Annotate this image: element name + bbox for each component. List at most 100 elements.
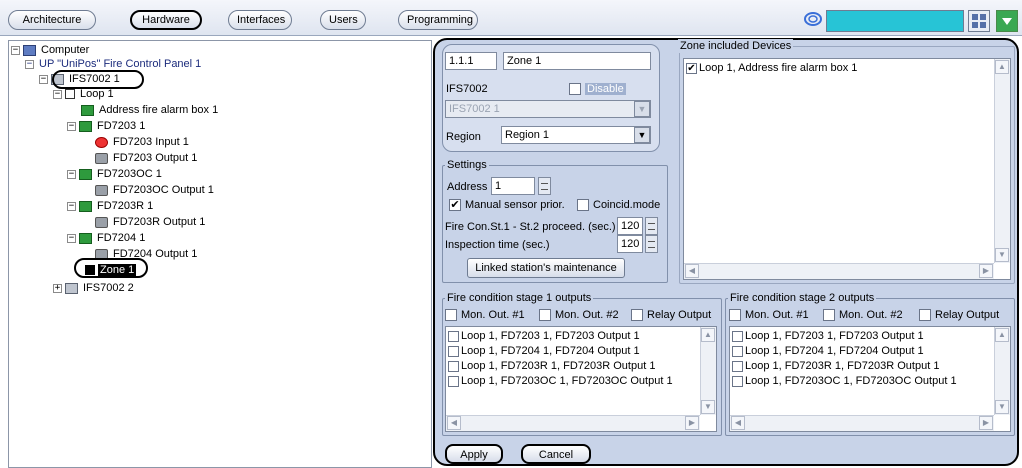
collapse-toggle[interactable]: − bbox=[67, 233, 76, 243]
hardware-tree[interactable]: − Computer − UP "UniPos" Fire Control Pane… bbox=[8, 40, 432, 468]
disable-checkbox-box[interactable] bbox=[569, 83, 581, 96]
tree-node-fd7203r[interactable]: − FD7203R 1 bbox=[67, 199, 155, 213]
stage2-mon2-box[interactable] bbox=[823, 309, 835, 322]
vertical-scrollbar[interactable]: ▲ ▼ bbox=[700, 327, 716, 415]
list-item-checkbox[interactable] bbox=[448, 330, 459, 342]
tree-node-fd7203[interactable]: − FD7203 1 bbox=[67, 119, 147, 133]
coincid-mode-checkbox-box[interactable] bbox=[577, 199, 589, 212]
stage1-outputs-list[interactable]: Loop 1, FD7203 1, FD7203 Output 1 Loop 1… bbox=[445, 326, 717, 432]
list-item[interactable]: Loop 1, FD7203OC 1, FD7203OC Output 1 bbox=[732, 375, 957, 388]
scroll-up-icon[interactable]: ▲ bbox=[995, 328, 1009, 342]
stage1-mon1-box[interactable] bbox=[445, 309, 457, 322]
scroll-left-icon[interactable]: ◀ bbox=[685, 264, 699, 278]
list-item[interactable]: Loop 1, FD7204 1, FD7204 Output 1 bbox=[732, 345, 924, 358]
stage1-mon2-box[interactable] bbox=[539, 309, 551, 322]
list-item-checkbox[interactable] bbox=[732, 330, 743, 342]
list-item[interactable]: Loop 1, FD7203R 1, FD7203R Output 1 bbox=[448, 360, 655, 373]
tree-node-fd7204[interactable]: − FD7204 1 bbox=[67, 231, 147, 245]
list-item[interactable]: Loop 1, FD7203 1, FD7203 Output 1 bbox=[732, 330, 924, 343]
disable-checkbox[interactable]: Disable bbox=[569, 82, 626, 96]
tab-programming[interactable]: Programming bbox=[398, 10, 478, 30]
stage2-relay-box[interactable] bbox=[919, 309, 931, 322]
list-item-checkbox[interactable] bbox=[732, 345, 743, 357]
stage2-mon2-checkbox[interactable]: Mon. Out. #2 bbox=[823, 308, 903, 322]
collapse-toggle[interactable]: − bbox=[39, 74, 48, 84]
tab-users[interactable]: Users bbox=[320, 10, 366, 30]
tree-node-ifs7002-1[interactable]: − IFS7002 1 bbox=[39, 72, 122, 86]
stage2-mon1-checkbox[interactable]: Mon. Out. #1 bbox=[729, 308, 809, 322]
stage1-relay-box[interactable] bbox=[631, 309, 643, 322]
tree-node-fd7203r-output[interactable]: FD7203R Output 1 bbox=[95, 215, 207, 229]
region-dropdown-button[interactable]: ▼ bbox=[634, 127, 650, 143]
manual-sensor-checkbox-box[interactable]: ✔ bbox=[449, 199, 461, 212]
scroll-left-icon[interactable]: ◀ bbox=[447, 416, 461, 430]
tree-node-loop-1[interactable]: − Loop 1 bbox=[53, 87, 116, 101]
collapse-toggle[interactable]: − bbox=[67, 121, 76, 131]
stage1-mon1-checkbox[interactable]: Mon. Out. #1 bbox=[445, 308, 525, 322]
apply-button[interactable]: Apply bbox=[445, 444, 503, 464]
tree-node-fd7203oc[interactable]: − FD7203OC 1 bbox=[67, 167, 164, 181]
fire-con-spinner[interactable] bbox=[645, 217, 658, 235]
list-item[interactable]: Loop 1, FD7204 1, FD7204 Output 1 bbox=[448, 345, 640, 358]
tree-node-fire-control-panel[interactable]: − UP "UniPos" Fire Control Panel 1 bbox=[25, 57, 203, 71]
vertical-scrollbar[interactable]: ▲ ▼ bbox=[994, 327, 1010, 415]
expand-toggle[interactable]: + bbox=[53, 283, 62, 293]
stage1-relay-checkbox[interactable]: Relay Output bbox=[631, 308, 711, 322]
list-item-checkbox[interactable] bbox=[448, 360, 459, 372]
collapse-toggle[interactable]: − bbox=[25, 59, 34, 69]
vertical-scrollbar[interactable]: ▲ ▼ bbox=[994, 59, 1010, 263]
linked-station-maintenance-button[interactable]: Linked station's maintenance bbox=[467, 258, 625, 278]
tab-architecture[interactable]: Architecture bbox=[8, 10, 96, 30]
list-item-checkbox[interactable] bbox=[448, 345, 459, 357]
scroll-right-icon[interactable]: ▶ bbox=[685, 416, 699, 430]
tree-node-zone-1[interactable]: Zone 1 bbox=[85, 263, 137, 277]
list-item[interactable]: Loop 1, FD7203R 1, FD7203R Output 1 bbox=[732, 360, 939, 373]
list-item-checkbox[interactable] bbox=[732, 360, 743, 372]
list-item-checkbox[interactable]: ✔ bbox=[686, 62, 697, 74]
scroll-up-icon[interactable]: ▲ bbox=[995, 60, 1009, 74]
list-item-checkbox[interactable] bbox=[448, 375, 459, 387]
layout-grid-button[interactable] bbox=[968, 10, 990, 32]
list-item[interactable]: ✔ Loop 1, Address fire alarm box 1 bbox=[686, 62, 857, 75]
zone-number-field[interactable]: 1.1.1 bbox=[445, 52, 497, 70]
address-spinner[interactable] bbox=[538, 177, 551, 195]
scroll-down-icon[interactable]: ▼ bbox=[995, 248, 1009, 262]
scroll-down-icon[interactable]: ▼ bbox=[995, 400, 1009, 414]
horizontal-scrollbar[interactable]: ◀ ▶ bbox=[684, 263, 994, 279]
list-item[interactable]: Loop 1, FD7203 1, FD7203 Output 1 bbox=[448, 330, 640, 343]
horizontal-scrollbar[interactable]: ◀ ▶ bbox=[730, 415, 994, 431]
list-item-checkbox[interactable] bbox=[732, 375, 743, 387]
manual-sensor-checkbox[interactable]: ✔ Manual sensor prior. bbox=[449, 198, 565, 212]
scroll-right-icon[interactable]: ▶ bbox=[979, 264, 993, 278]
inspection-time-spinner[interactable] bbox=[645, 235, 658, 253]
region-select[interactable]: Region 1 bbox=[501, 126, 651, 144]
tree-node-fd7204-output[interactable]: FD7204 Output 1 bbox=[95, 247, 199, 261]
tab-hardware[interactable]: Hardware bbox=[130, 10, 202, 30]
zone-name-field[interactable]: Zone 1 bbox=[503, 52, 651, 70]
collapse-toggle[interactable]: − bbox=[67, 201, 76, 211]
scroll-right-icon[interactable]: ▶ bbox=[979, 416, 993, 430]
collapse-toggle[interactable]: − bbox=[11, 45, 20, 55]
horizontal-scrollbar[interactable]: ◀ ▶ bbox=[446, 415, 700, 431]
collapse-toggle[interactable]: − bbox=[53, 89, 62, 99]
scroll-left-icon[interactable]: ◀ bbox=[731, 416, 745, 430]
collapse-button[interactable] bbox=[996, 10, 1018, 32]
tree-node-fd7203-output[interactable]: FD7203 Output 1 bbox=[95, 151, 199, 165]
tree-node-computer[interactable]: − Computer bbox=[11, 43, 91, 57]
cancel-button[interactable]: Cancel bbox=[521, 444, 591, 464]
collapse-toggle[interactable]: − bbox=[67, 169, 76, 179]
address-field[interactable]: 1 bbox=[491, 177, 535, 195]
stage2-relay-checkbox[interactable]: Relay Output bbox=[919, 308, 999, 322]
stage2-mon1-box[interactable] bbox=[729, 309, 741, 322]
tab-interfaces[interactable]: Interfaces bbox=[228, 10, 292, 30]
stage1-mon2-checkbox[interactable]: Mon. Out. #2 bbox=[539, 308, 619, 322]
list-item[interactable]: Loop 1, FD7203OC 1, FD7203OC Output 1 bbox=[448, 375, 673, 388]
stage2-outputs-list[interactable]: Loop 1, FD7203 1, FD7203 Output 1 Loop 1… bbox=[729, 326, 1011, 432]
scroll-up-icon[interactable]: ▲ bbox=[701, 328, 715, 342]
tree-node-ifs7002-2[interactable]: + IFS7002 2 bbox=[53, 281, 136, 295]
tree-node-address-fire-alarm-box[interactable]: Address fire alarm box 1 bbox=[81, 103, 220, 117]
included-devices-list[interactable]: ✔ Loop 1, Address fire alarm box 1 ▲ ▼ ◀ … bbox=[683, 58, 1011, 280]
inspection-time-field[interactable]: 120 bbox=[617, 235, 643, 253]
tree-node-fd7203oc-output[interactable]: FD7203OC Output 1 bbox=[95, 183, 216, 197]
scroll-down-icon[interactable]: ▼ bbox=[701, 400, 715, 414]
